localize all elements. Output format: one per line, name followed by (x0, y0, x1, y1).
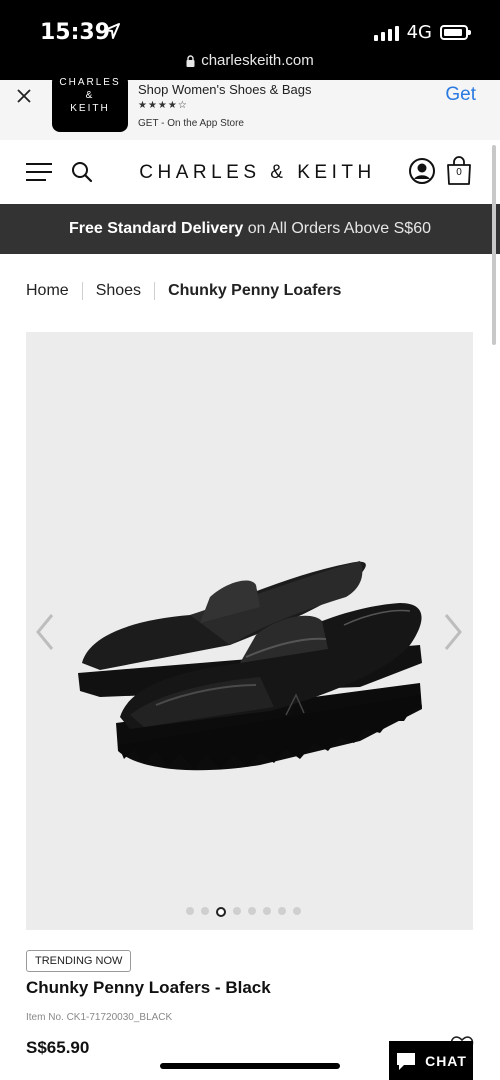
promo-text: on All Orders Above S$60 (243, 220, 431, 237)
lock-icon (186, 55, 195, 68)
gallery-dot[interactable] (278, 907, 286, 915)
promo-bold-text: Free Standard Delivery (69, 220, 244, 237)
breadcrumb-home[interactable]: Home (26, 282, 69, 300)
gallery-dot[interactable] (293, 907, 301, 915)
get-app-button[interactable]: Get (445, 84, 476, 106)
app-rating-stars: ★★★★☆ (138, 100, 188, 111)
breadcrumb-current: Chunky Penny Loafers (168, 282, 342, 299)
url-text: charleskeith.com (201, 52, 314, 69)
home-indicator (160, 1063, 340, 1069)
chat-bubble-icon (397, 1052, 416, 1070)
cart-count: 0 (456, 167, 462, 178)
chevron-right-icon[interactable] (442, 612, 464, 657)
status-time: 15:39 (40, 20, 111, 45)
item-number: Item No. CK1-71720030_BLACK (26, 1012, 173, 1023)
breadcrumb-separator (154, 282, 156, 300)
url-bar[interactable]: charleskeith.com (0, 52, 500, 69)
signal-icon (373, 25, 399, 41)
product-price: S$65.90 (26, 1038, 90, 1057)
chat-button[interactable]: CHAT (389, 1041, 473, 1080)
gallery-dot[interactable] (233, 907, 241, 915)
network-label: 4G (406, 22, 432, 43)
status-bar: 15:39 4G charleskeith.com (0, 0, 500, 80)
product-name: Chunky Penny Loafers - Black (26, 978, 271, 997)
breadcrumb-shoes[interactable]: Shoes (96, 282, 141, 300)
chat-label: CHAT (425, 1052, 467, 1069)
scrollbar[interactable] (492, 145, 496, 345)
gallery-dot[interactable] (248, 907, 256, 915)
promo-banner[interactable]: Free Standard Delivery on All Orders Abo… (0, 204, 500, 254)
battery-icon (440, 25, 471, 40)
close-icon[interactable] (14, 86, 34, 106)
gallery-dot[interactable] (216, 907, 226, 917)
app-banner-title: Shop Women's Shoes & Bags (138, 82, 312, 97)
chevron-left-icon[interactable] (34, 612, 56, 657)
breadcrumb-separator (81, 282, 83, 300)
gallery-dot[interactable] (186, 907, 194, 915)
breadcrumb: Home Shoes Chunky Penny Loafers (26, 282, 341, 300)
app-banner-subtitle: GET - On the App Store (138, 118, 244, 129)
account-icon[interactable] (408, 157, 436, 190)
gallery-pagination[interactable] (186, 907, 301, 917)
trending-badge: TRENDING NOW (26, 950, 132, 972)
location-arrow-icon (103, 22, 121, 45)
gallery-dot[interactable] (201, 907, 209, 915)
status-indicators: 4G (373, 22, 471, 43)
app-logo: CHARLES & KEITH (52, 74, 128, 132)
product-image (60, 545, 440, 790)
gallery-dot[interactable] (263, 907, 271, 915)
